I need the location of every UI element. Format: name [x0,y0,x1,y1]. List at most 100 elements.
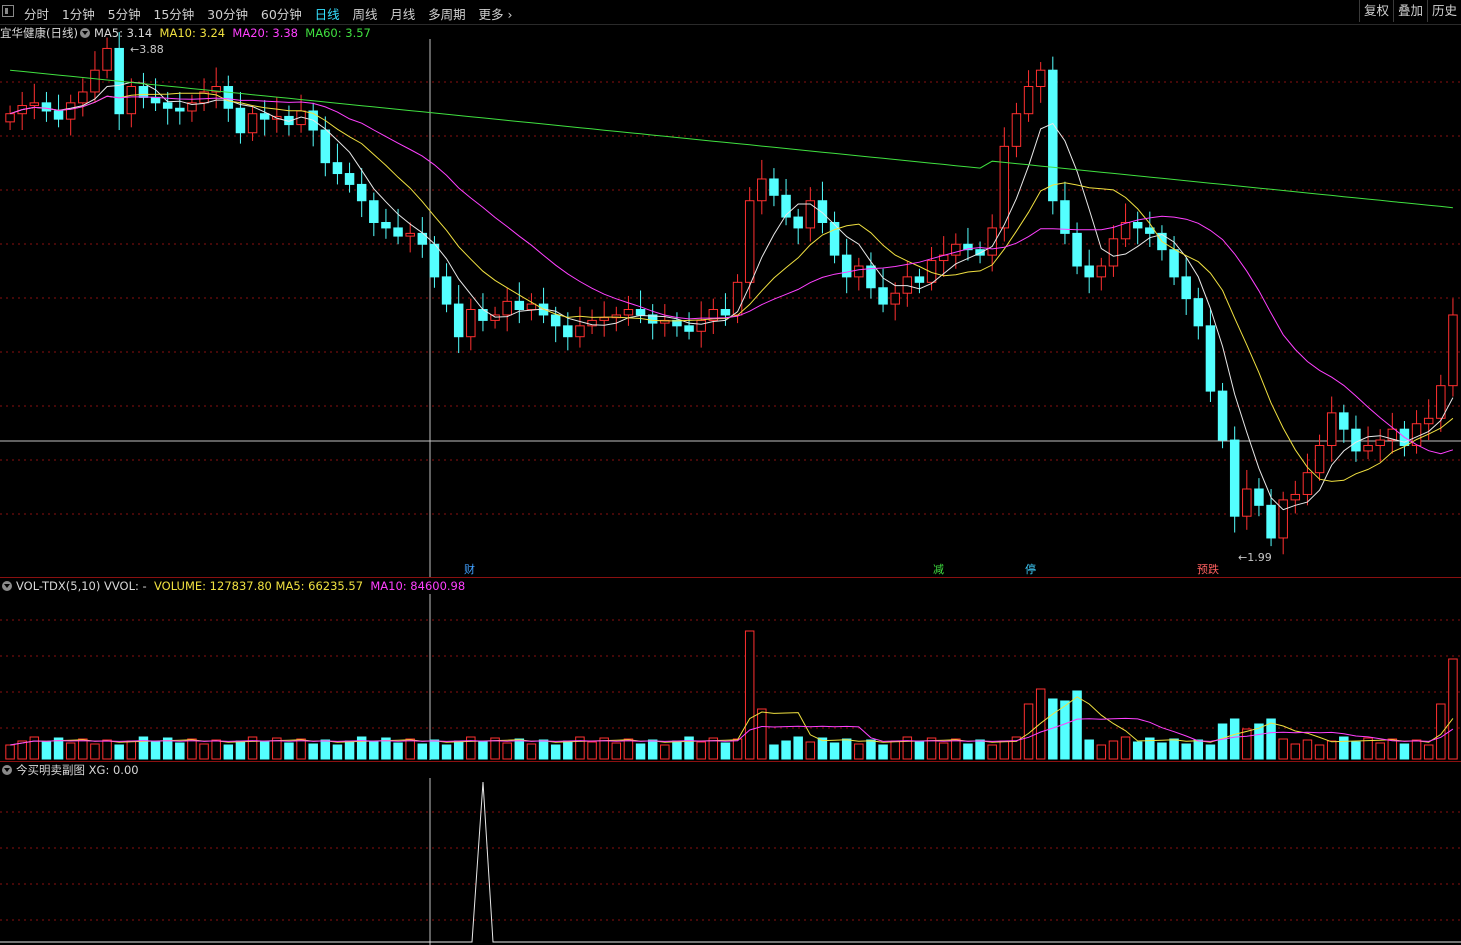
tab-multi-period[interactable]: 多周期 [428,4,466,23]
candle-body [720,309,731,316]
candle-body [1229,439,1240,517]
candle-body [5,113,15,123]
candle-body [1436,385,1446,419]
signal-chart[interactable] [0,778,1461,945]
volume-bar [5,744,15,760]
tab-30min[interactable]: 30分钟 [207,4,248,23]
xg-label: XG: 0.00 [88,763,139,777]
candle-body [332,162,343,175]
overlay-button[interactable]: 叠加 [1392,0,1427,22]
tab-weekly[interactable]: 周线 [352,4,377,23]
tab-more-label: 更多 [478,7,504,22]
candle-body [805,200,816,229]
panel-toggle-icon[interactable] [2,5,14,17]
candle-body [623,309,634,316]
candle-body [1205,325,1216,392]
volume-bar [538,739,549,760]
event-marker-halt[interactable]: 停 [1024,563,1037,576]
tab-daily[interactable]: 日线 [315,4,340,23]
candle-body [466,309,476,338]
volume-bar [78,738,88,760]
volume-bar [199,743,209,760]
volume-bar [611,742,622,760]
tab-5min[interactable]: 5分钟 [108,4,141,23]
volume-bar [817,737,828,760]
tab-60min[interactable]: 60分钟 [261,4,302,23]
volume-bar [1072,690,1082,760]
volume-bar [344,740,355,760]
candle-body [575,325,585,338]
tab-more[interactable]: 更多 › [478,4,512,23]
candle-body [405,232,415,237]
volume-bar [672,740,682,760]
candle-body [393,227,403,237]
event-marker-forecast-drop[interactable]: 预跌 [1196,563,1220,576]
volume-bar [744,630,755,760]
volume-bar [259,741,270,760]
volume-bar [211,739,221,760]
candle-body [890,292,900,305]
volume-bar [187,738,197,760]
candle-body [1242,488,1252,517]
volume-bar [1157,742,1167,760]
candle-body [429,243,440,278]
period-toolbar: 分时 1分钟 5分钟 15分钟 30分钟 60分钟 日线 周线 月线 多周期 更… [0,0,1461,25]
tab-15min[interactable]: 15分钟 [153,4,194,23]
vvol-label: VVOL: - [104,579,147,593]
candle-body [744,200,755,283]
sub-collapse-icon[interactable] [2,765,12,775]
candle-body [1278,499,1288,539]
volume-bar [114,744,124,760]
candle-body [53,110,64,120]
candle-body [878,287,888,305]
volume-bar [781,740,791,760]
volume-bar [1181,743,1191,760]
volume-bar [150,741,161,760]
restore-rights-button[interactable]: 复权 [1358,0,1393,22]
panel-divider-2 [0,761,1461,762]
volume-bar [1035,688,1046,760]
volume-bar [769,744,779,760]
candle-body [1011,113,1022,147]
volume-bar [405,738,415,760]
volume-chart[interactable] [0,594,1461,762]
volume-bar [757,708,767,760]
volume-bar [696,741,706,760]
volume-bar [550,744,561,760]
tab-fenshi[interactable]: 分时 [24,4,49,23]
candle-body [1108,238,1119,267]
candle-body [1423,417,1434,425]
candle-body [344,173,355,185]
candle-body [223,86,234,109]
candle-body [914,276,925,283]
candle-body [1035,69,1046,88]
volume-bar [393,742,403,760]
history-button[interactable]: 历史 [1426,0,1461,22]
tab-1min[interactable]: 1分钟 [62,4,95,23]
volume-bar [1302,739,1313,760]
candle-body [138,86,149,98]
tab-monthly[interactable]: 月线 [390,4,415,23]
candle-body [951,243,961,256]
volume-bar [623,738,634,760]
volume-panel-header: VOL-TDX(5,10) VVOL: - VOLUME: 127837.80 … [0,578,465,594]
volume-collapse-icon[interactable] [2,581,12,591]
toolbar-right: 复权 叠加 历史 [1358,0,1461,24]
price-chart[interactable]: ←3.88 ←1.99 [0,25,1461,577]
candle-body [41,102,52,112]
candle-body [696,319,706,332]
volume-bar [1242,728,1252,760]
event-marker-reduce[interactable]: 减 [932,563,945,576]
volume-bar [1132,741,1143,760]
candle-body [635,309,646,316]
candle-body [841,254,852,278]
volume-bar [1096,744,1107,760]
candle-body [1375,439,1385,446]
volume-bar [1326,740,1337,760]
candle-body [90,69,100,93]
low-price-marker: ←1.99 [1238,551,1272,564]
volume-bar [320,739,331,760]
volume-bar [1351,741,1361,760]
candle-body [150,96,161,104]
event-marker-financial[interactable]: 财 [463,563,476,576]
